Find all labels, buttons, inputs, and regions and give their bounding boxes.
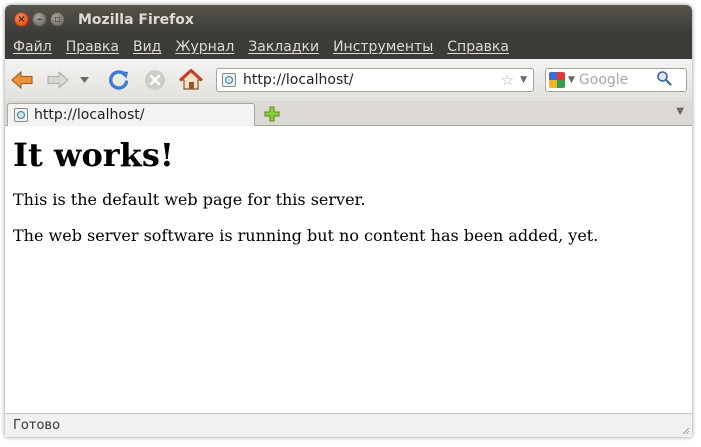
reload-button[interactable] bbox=[106, 68, 132, 92]
search-engine-icon[interactable] bbox=[549, 72, 565, 88]
search-magnifier-icon[interactable] bbox=[656, 70, 672, 90]
bookmark-star-icon[interactable]: ☆ bbox=[501, 71, 514, 89]
tab-list-dropdown-icon[interactable]: ▼ bbox=[676, 106, 684, 117]
search-bar[interactable]: ▼ bbox=[545, 68, 687, 92]
url-text[interactable]: http://localhost/ bbox=[243, 72, 501, 88]
window-close-icon[interactable]: × bbox=[14, 12, 29, 27]
status-text: Готово bbox=[13, 418, 61, 433]
stop-button[interactable] bbox=[142, 68, 168, 92]
window-minimize-icon[interactable]: – bbox=[32, 12, 47, 27]
page-paragraph-2: The web server software is running but n… bbox=[13, 226, 599, 245]
menu-edit[interactable]: Правка bbox=[66, 39, 119, 55]
tab-site-icon bbox=[14, 108, 28, 122]
tab-bar: http://localhost/ ▼ bbox=[5, 101, 692, 126]
tab-label: http://localhost/ bbox=[34, 107, 145, 123]
reload-icon bbox=[109, 70, 129, 90]
window-maximize-icon[interactable]: ▫ bbox=[50, 12, 65, 27]
menu-tools[interactable]: Инструменты bbox=[333, 39, 433, 55]
page-content: It works! This is the default web page f… bbox=[5, 126, 692, 413]
history-dropdown-icon bbox=[79, 77, 89, 83]
search-input[interactable] bbox=[578, 72, 653, 88]
tab-localhost[interactable]: http://localhost/ bbox=[7, 103, 255, 126]
forward-button[interactable] bbox=[45, 68, 71, 92]
menu-file[interactable]: Файл bbox=[13, 39, 52, 55]
site-identity-icon[interactable] bbox=[222, 73, 236, 87]
menu-bookmarks[interactable]: Закладки bbox=[248, 39, 319, 55]
title-bar: × – ▫ Mozilla Firefox bbox=[5, 5, 692, 34]
url-dropdown-icon[interactable]: ▼ bbox=[520, 75, 527, 85]
menu-help[interactable]: Справка bbox=[447, 39, 509, 55]
home-button[interactable] bbox=[178, 68, 204, 92]
stop-icon bbox=[145, 70, 165, 90]
new-tab-button[interactable] bbox=[263, 105, 281, 123]
menu-bar: Файл Правка Вид Журнал Закладки Инструме… bbox=[5, 34, 692, 59]
plus-icon bbox=[264, 106, 280, 122]
back-arrow-icon bbox=[11, 71, 33, 89]
navigation-toolbar: http://localhost/ ☆ ▼ ▼ bbox=[5, 59, 692, 102]
browser-window: × – ▫ Mozilla Firefox Файл Правка Вид Жу… bbox=[5, 5, 692, 437]
forward-arrow-icon bbox=[47, 71, 69, 89]
page-heading: It works! bbox=[13, 136, 174, 174]
page-paragraph-1: This is the default web page for this se… bbox=[13, 190, 366, 209]
window-controls: × – ▫ bbox=[14, 12, 65, 27]
window-title: Mozilla Firefox bbox=[78, 11, 194, 28]
resize-grip-icon[interactable] bbox=[680, 425, 690, 435]
url-bar[interactable]: http://localhost/ ☆ ▼ bbox=[216, 68, 534, 92]
menu-view[interactable]: Вид bbox=[133, 39, 161, 55]
menu-history[interactable]: Журнал bbox=[175, 39, 234, 55]
search-engine-dropdown-icon[interactable]: ▼ bbox=[568, 75, 575, 85]
history-dropdown-button[interactable] bbox=[77, 68, 91, 92]
home-icon bbox=[179, 69, 203, 90]
status-bar: Готово bbox=[5, 413, 692, 437]
back-button[interactable] bbox=[9, 68, 35, 92]
